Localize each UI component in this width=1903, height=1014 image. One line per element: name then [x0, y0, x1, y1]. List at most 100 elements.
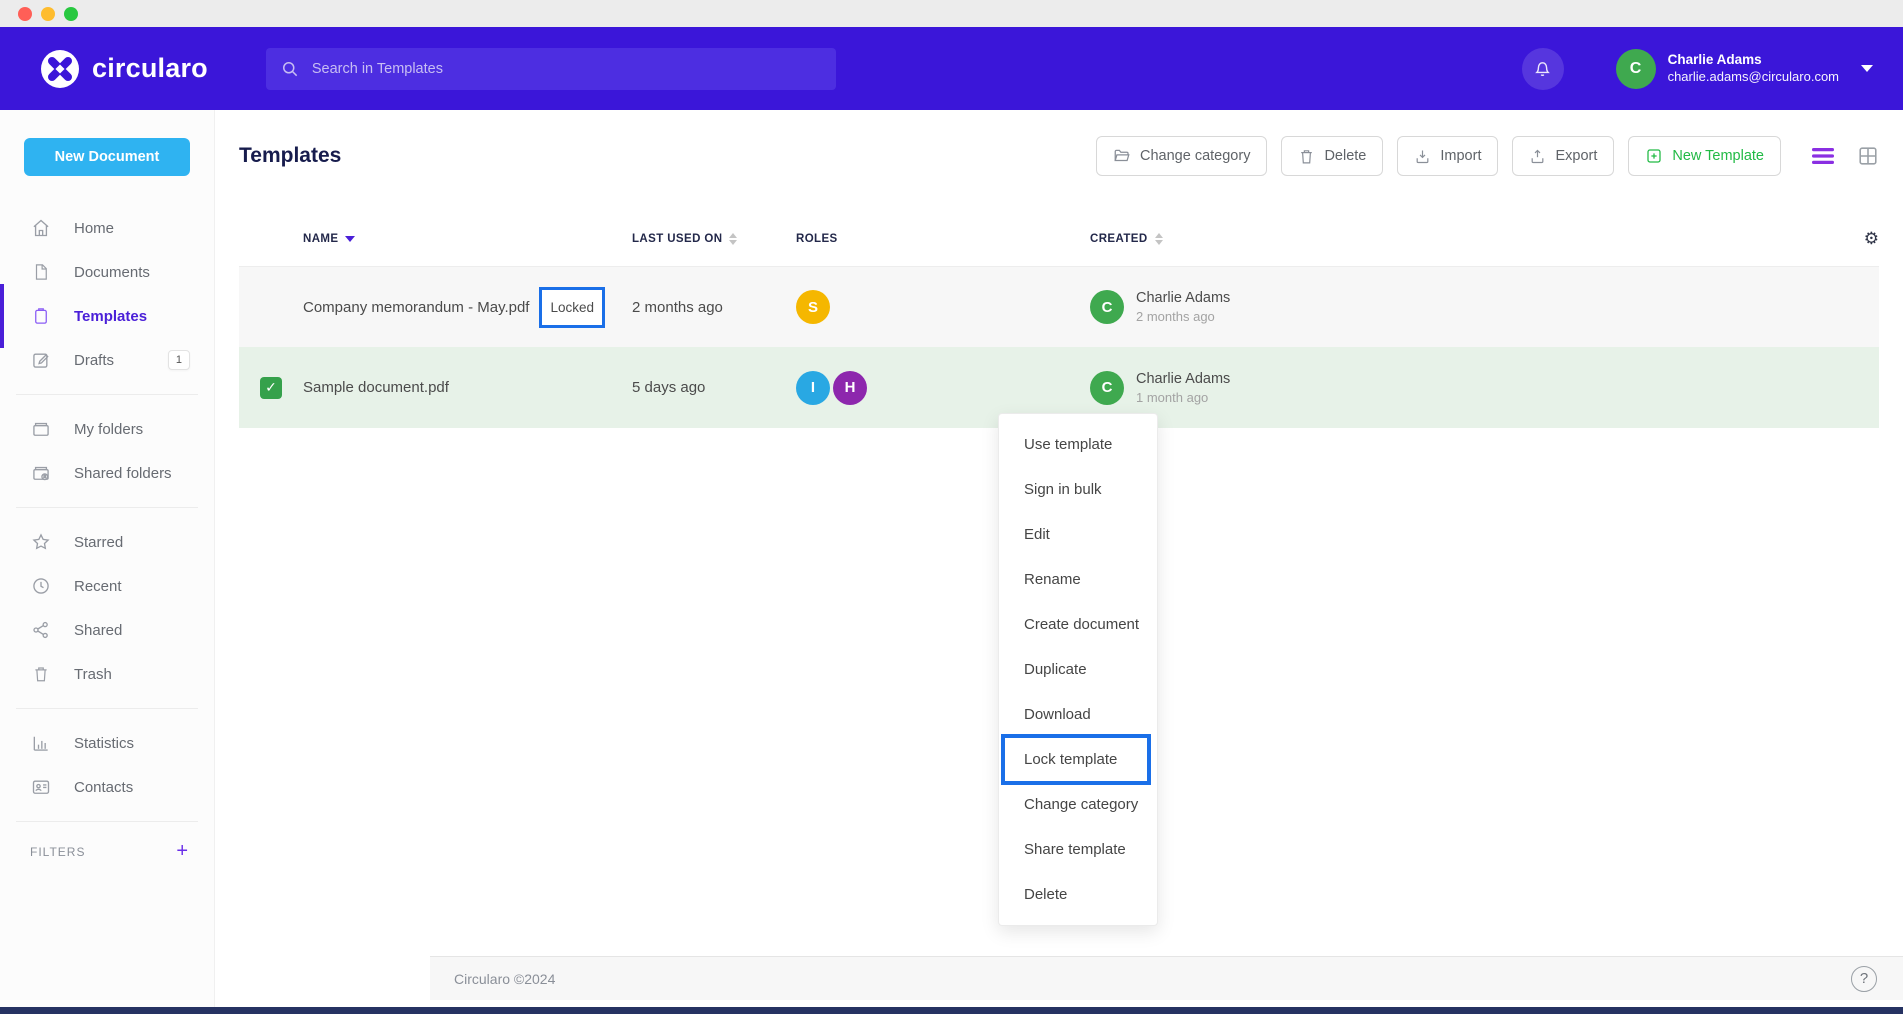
- menu-item-use-template[interactable]: Use template: [999, 422, 1157, 467]
- delete-button[interactable]: Delete: [1281, 136, 1383, 176]
- app-header: circularo C Charlie Adams charlie.adams@…: [0, 27, 1903, 110]
- sidebar-item-label: Drafts: [74, 352, 114, 369]
- sort-icon: [1155, 233, 1163, 245]
- menu-item-duplicate[interactable]: Duplicate: [999, 647, 1157, 692]
- role-avatar[interactable]: I: [796, 371, 830, 405]
- column-header-last-used[interactable]: LAST USED ON: [632, 233, 796, 245]
- sidebar-item-drafts[interactable]: Drafts 1: [0, 338, 214, 382]
- sidebar-divider: [16, 821, 198, 822]
- change-category-button[interactable]: Change category: [1096, 136, 1267, 176]
- sidebar-item-contacts[interactable]: Contacts: [0, 765, 214, 809]
- last-used-value: 5 days ago: [632, 379, 796, 396]
- locked-badge-annotated: Locked: [539, 287, 605, 328]
- sidebar-item-shared[interactable]: Shared: [0, 608, 214, 652]
- sidebar-item-label: Trash: [74, 666, 112, 683]
- column-header-name[interactable]: NAME: [303, 233, 632, 245]
- list-view-toggle[interactable]: [1811, 147, 1835, 165]
- window-close-button[interactable]: [18, 7, 32, 21]
- sidebar-item-templates[interactable]: Templates: [0, 294, 214, 338]
- contacts-icon: [30, 777, 52, 797]
- menu-item-download[interactable]: Download: [999, 692, 1157, 737]
- new-document-button[interactable]: New Document: [24, 138, 190, 176]
- help-icon[interactable]: ?: [1851, 966, 1877, 992]
- sidebar-nav: Home Documents Templates Drafts 1: [0, 206, 214, 809]
- menu-item-change-category[interactable]: Change category: [999, 782, 1157, 827]
- sidebar-item-documents[interactable]: Documents: [0, 250, 214, 294]
- sidebar-divider: [16, 507, 198, 508]
- menu-item-edit[interactable]: Edit: [999, 512, 1157, 557]
- folder-icon: [30, 419, 52, 439]
- new-template-button[interactable]: New Template: [1628, 136, 1781, 176]
- sidebar-item-label: Shared folders: [74, 465, 172, 482]
- menu-item-share-template[interactable]: Share template: [999, 827, 1157, 872]
- sidebar-item-label: Home: [74, 220, 114, 237]
- change-category-label: Change category: [1140, 148, 1250, 164]
- drafts-count-badge: 1: [168, 350, 190, 370]
- export-label: Export: [1555, 148, 1597, 164]
- menu-item-sign-in-bulk[interactable]: Sign in bulk: [999, 467, 1157, 512]
- sidebar-item-shared-folders[interactable]: Shared folders: [0, 451, 214, 495]
- user-menu-caret-icon[interactable]: [1861, 65, 1873, 72]
- sidebar-item-label: Recent: [74, 578, 122, 595]
- table-row[interactable]: Company memorandum - May.pdf Locked 2 mo…: [239, 266, 1879, 347]
- template-name[interactable]: Company memorandum - May.pdf: [303, 299, 529, 316]
- column-header-created[interactable]: CREATED: [1090, 233, 1839, 245]
- sidebar-item-label: Statistics: [74, 735, 134, 752]
- folder-icon: [1113, 147, 1131, 165]
- user-avatar[interactable]: C: [1616, 49, 1656, 89]
- sort-desc-icon: [345, 236, 355, 242]
- template-icon: [30, 306, 52, 326]
- document-icon: [30, 262, 52, 282]
- statistics-icon: [30, 733, 52, 753]
- user-meta: Charlie Adams charlie.adams@circularo.co…: [1668, 52, 1839, 85]
- sidebar-item-label: Templates: [74, 308, 147, 325]
- menu-item-delete[interactable]: Delete: [999, 872, 1157, 917]
- user-name: Charlie Adams: [1668, 52, 1839, 69]
- filters-section: FILTERS +: [0, 840, 214, 863]
- table-settings-icon[interactable]: ⚙: [1864, 229, 1879, 249]
- plus-square-icon: [1645, 147, 1663, 165]
- sort-icon: [729, 233, 737, 245]
- role-avatar[interactable]: S: [796, 290, 830, 324]
- page-title: Templates: [239, 144, 341, 168]
- sidebar-item-recent[interactable]: Recent: [0, 564, 214, 608]
- created-when: 2 months ago: [1136, 309, 1230, 324]
- grid-view-toggle[interactable]: [1857, 145, 1879, 167]
- trash-icon: [1298, 148, 1315, 165]
- sidebar-item-label: Contacts: [74, 779, 133, 796]
- sidebar-item-my-folders[interactable]: My folders: [0, 407, 214, 451]
- creator-avatar[interactable]: C: [1090, 371, 1124, 405]
- home-icon: [30, 218, 52, 238]
- export-button[interactable]: Export: [1512, 136, 1614, 176]
- search-input[interactable]: [312, 61, 822, 77]
- role-avatar[interactable]: H: [833, 371, 867, 405]
- bell-icon: [1532, 58, 1553, 79]
- window-titlebar: [0, 0, 1903, 27]
- footer: Circularo ©2024 ?: [430, 956, 1903, 1000]
- creator-avatar[interactable]: C: [1090, 290, 1124, 324]
- table-header: NAME LAST USED ON ROLES CREATED ⚙: [239, 212, 1879, 266]
- row-checkbox-checked[interactable]: ✓: [260, 377, 282, 399]
- import-button[interactable]: Import: [1397, 136, 1498, 176]
- template-name[interactable]: Sample document.pdf: [303, 379, 449, 396]
- sidebar-item-starred[interactable]: Starred: [0, 520, 214, 564]
- menu-item-create-document[interactable]: Create document: [999, 602, 1157, 647]
- window-zoom-button[interactable]: [64, 7, 78, 21]
- search-box[interactable]: [266, 48, 836, 90]
- clock-icon: [30, 576, 52, 596]
- add-filter-button[interactable]: +: [176, 840, 188, 863]
- menu-item-rename[interactable]: Rename: [999, 557, 1157, 602]
- window-minimize-button[interactable]: [41, 7, 55, 21]
- sidebar-divider: [16, 708, 198, 709]
- notifications-button[interactable]: [1522, 48, 1564, 90]
- delete-label: Delete: [1324, 148, 1366, 164]
- brand-logo[interactable]: circularo: [40, 49, 208, 89]
- search-icon: [280, 59, 300, 79]
- sidebar-item-statistics[interactable]: Statistics: [0, 721, 214, 765]
- toolbar: Change category Delete Import Export New…: [1096, 136, 1879, 176]
- templates-table: NAME LAST USED ON ROLES CREATED ⚙: [239, 212, 1879, 428]
- menu-item-lock-template[interactable]: Lock template: [999, 737, 1157, 782]
- sidebar-item-trash[interactable]: Trash: [0, 652, 214, 696]
- sidebar-item-home[interactable]: Home: [0, 206, 214, 250]
- sidebar-item-label: Starred: [74, 534, 123, 551]
